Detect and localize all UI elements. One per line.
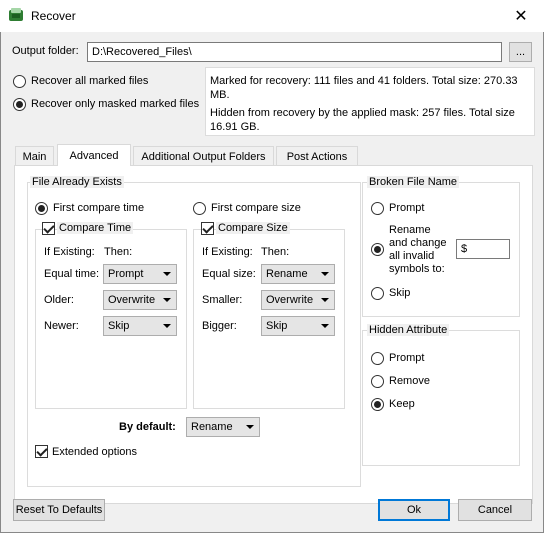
smaller-value: Overwrite bbox=[266, 294, 314, 306]
first-compare-time-label: First compare time bbox=[53, 202, 145, 214]
broken-skip-radio[interactable] bbox=[371, 287, 384, 300]
bigger-value: Skip bbox=[266, 320, 288, 332]
broken-rename-label-1: Rename bbox=[389, 224, 431, 236]
rename-symbol-input[interactable]: $ bbox=[456, 239, 510, 259]
close-icon[interactable]: ✕ bbox=[498, 0, 544, 32]
equal-time-select[interactable]: Prompt bbox=[103, 264, 177, 284]
time-if-existing-label: If Existing: bbox=[44, 246, 95, 258]
hidden-remove-radio[interactable] bbox=[371, 375, 384, 388]
recover-app-icon bbox=[9, 8, 23, 21]
by-default-label: By default: bbox=[119, 421, 176, 433]
tab-main[interactable]: Main bbox=[15, 146, 54, 166]
advanced-tab-panel: File Already Exists First compare time F… bbox=[14, 165, 533, 504]
reset-to-defaults-button[interactable]: Reset To Defaults bbox=[13, 499, 105, 521]
extended-options-label: Extended options bbox=[52, 446, 138, 458]
chevron-down-icon bbox=[246, 425, 254, 429]
recovery-summary: Marked for recovery: 111 files and 41 fo… bbox=[205, 67, 535, 136]
recover-all-radio[interactable] bbox=[13, 75, 26, 88]
equal-size-select[interactable]: Rename bbox=[261, 264, 335, 284]
broken-skip-label: Skip bbox=[389, 287, 411, 299]
equal-time-label: Equal time: bbox=[44, 268, 100, 280]
broken-rename-label-2: and change bbox=[389, 237, 447, 249]
compare-size-label: Compare Size bbox=[216, 222, 290, 234]
equal-size-value: Rename bbox=[266, 268, 308, 280]
newer-value: Skip bbox=[108, 320, 130, 332]
broken-file-name-title: Broken File Name bbox=[367, 176, 460, 188]
chevron-down-icon bbox=[163, 324, 171, 328]
dialog-body: Output folder: D:\Recovered_Files\ ... R… bbox=[0, 32, 544, 533]
chevron-down-icon bbox=[163, 272, 171, 276]
cancel-button[interactable]: Cancel bbox=[458, 499, 532, 521]
hidden-attribute-group bbox=[362, 330, 520, 466]
window-title: Recover bbox=[31, 9, 76, 23]
compare-size-checkbox[interactable] bbox=[201, 222, 214, 235]
hidden-keep-radio[interactable] bbox=[371, 398, 384, 411]
first-compare-time-radio[interactable] bbox=[35, 202, 48, 215]
time-then-label: Then: bbox=[104, 246, 133, 258]
older-select[interactable]: Overwrite bbox=[103, 290, 177, 310]
hidden-attribute-title: Hidden Attribute bbox=[367, 324, 450, 336]
file-already-exists-title: File Already Exists bbox=[30, 176, 124, 188]
compare-time-label: Compare Time bbox=[57, 222, 134, 234]
chevron-down-icon bbox=[321, 272, 329, 276]
broken-rename-label-4: symbols to: bbox=[389, 263, 445, 275]
chevron-down-icon bbox=[321, 324, 329, 328]
first-compare-size-label: First compare size bbox=[211, 202, 301, 214]
bigger-select[interactable]: Skip bbox=[261, 316, 335, 336]
broken-rename-radio[interactable] bbox=[371, 243, 384, 256]
broken-prompt-label: Prompt bbox=[389, 202, 425, 214]
by-default-select[interactable]: Rename bbox=[186, 417, 260, 437]
extended-options-checkbox[interactable] bbox=[35, 445, 48, 458]
recover-all-label: Recover all marked files bbox=[31, 75, 149, 87]
equal-time-value: Prompt bbox=[108, 268, 144, 280]
output-folder-input[interactable]: D:\Recovered_Files\ bbox=[87, 42, 502, 62]
tab-advanced[interactable]: Advanced bbox=[57, 144, 131, 166]
size-then-label: Then: bbox=[261, 246, 290, 258]
hidden-summary: Hidden from recovery by the applied mask… bbox=[210, 107, 515, 133]
older-value: Overwrite bbox=[108, 294, 156, 306]
hidden-prompt-radio[interactable] bbox=[371, 352, 384, 365]
smaller-label: Smaller: bbox=[202, 294, 243, 306]
chevron-down-icon bbox=[163, 298, 171, 302]
smaller-select[interactable]: Overwrite bbox=[261, 290, 335, 310]
older-label: Older: bbox=[44, 294, 74, 306]
recover-masked-label: Recover only masked marked files bbox=[31, 98, 200, 110]
hidden-keep-label: Keep bbox=[389, 398, 415, 410]
output-folder-label: Output folder: bbox=[12, 45, 79, 57]
title-bar: Recover ✕ bbox=[0, 0, 544, 32]
newer-label: Newer: bbox=[44, 320, 79, 332]
hidden-prompt-label: Prompt bbox=[389, 352, 425, 364]
equal-size-label: Equal size: bbox=[202, 268, 256, 280]
marked-summary: Marked for recovery: 111 files and 41 fo… bbox=[210, 75, 518, 101]
bigger-label: Bigger: bbox=[202, 320, 237, 332]
browse-button[interactable]: ... bbox=[509, 42, 532, 62]
newer-select[interactable]: Skip bbox=[103, 316, 177, 336]
broken-prompt-radio[interactable] bbox=[371, 202, 384, 215]
recover-masked-radio[interactable] bbox=[13, 98, 26, 111]
by-default-value: Rename bbox=[191, 421, 233, 433]
ok-button[interactable]: Ok bbox=[378, 499, 450, 521]
first-compare-size-radio[interactable] bbox=[193, 202, 206, 215]
chevron-down-icon bbox=[321, 298, 329, 302]
size-if-existing-label: If Existing: bbox=[202, 246, 253, 258]
broken-rename-label-3: all invalid bbox=[389, 250, 435, 262]
hidden-remove-label: Remove bbox=[389, 375, 430, 387]
tab-additional-output-folders[interactable]: Additional Output Folders bbox=[133, 146, 274, 166]
tab-post-actions[interactable]: Post Actions bbox=[276, 146, 358, 166]
compare-time-checkbox[interactable] bbox=[42, 222, 55, 235]
